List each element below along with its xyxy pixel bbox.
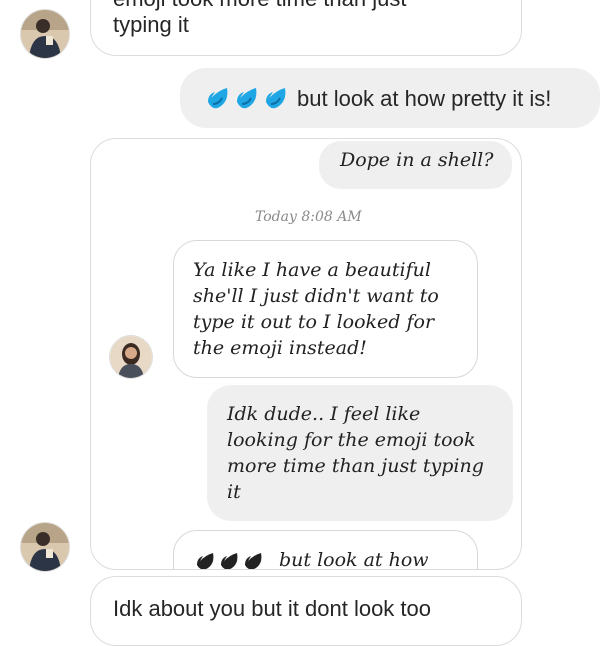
screenshot-idk-line1: Idk dude.. I feel like	[227, 403, 421, 425]
screenshot-dope-text: Dope in a shell?	[340, 149, 494, 171]
screenshot-timestamp: Today 8:08 AM	[255, 209, 362, 225]
screenshot-reply-line1: Ya like I have a beautiful	[193, 259, 431, 281]
incoming-message-top-line1: emoji took more time than just	[113, 0, 406, 11]
incoming-message-top-line2: typing it	[113, 12, 189, 37]
screenshot-reply-line4: the emoji instead!	[193, 337, 367, 359]
screenshot-idk-line3: more time than just typing	[227, 455, 484, 477]
sender-avatar[interactable]	[20, 9, 70, 59]
sent-message-text: but look at how pretty it is!	[297, 86, 552, 111]
shared-screenshot-bubble[interactable]: Dope in a shell? Today 8:08 AM Ya like I…	[90, 138, 522, 570]
sweat-droplets-icon	[205, 84, 293, 117]
screenshot-drops-icon	[195, 550, 269, 569]
screenshot-avatar	[109, 335, 153, 379]
sender-avatar-2[interactable]	[20, 522, 70, 572]
screenshot-bottom-text: but look at how	[279, 549, 429, 570]
screenshot-reply-line3: type it out to I looked for	[193, 311, 435, 333]
incoming-message-bottom-text: Idk about you but it dont look too	[113, 596, 432, 621]
screenshot-idk-line2: looking for the emoji took	[227, 429, 476, 451]
screenshot-idk-line4: it	[227, 481, 241, 503]
screenshot-reply-line2: she'll I just didn't want to	[193, 285, 439, 307]
